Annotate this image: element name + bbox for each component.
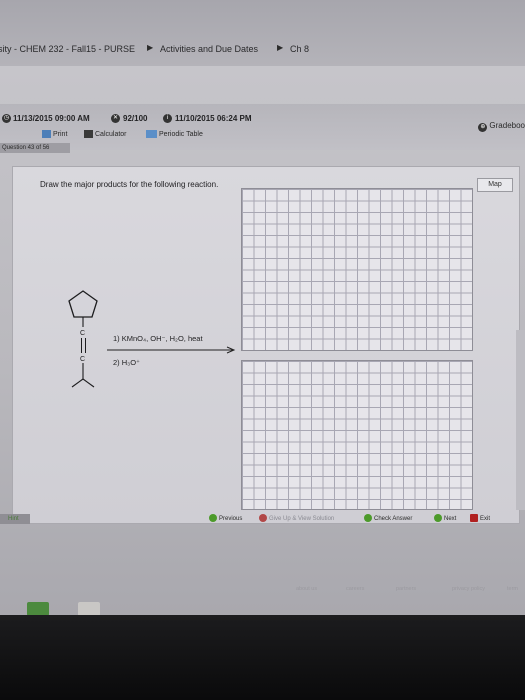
- reaction-condition-2: 2) H₃O⁺: [113, 358, 141, 367]
- gradebook-label: Gradeboo: [489, 121, 525, 130]
- breadcrumb-arrow-icon: ▶: [147, 43, 154, 52]
- give-up-button[interactable]: Give Up & View Solution: [259, 514, 334, 524]
- question-nav: Previous Give Up & View Solution Check A…: [0, 514, 525, 528]
- product-drawing-area-1[interactable]: [241, 188, 473, 351]
- footer-careers[interactable]: careers: [346, 586, 364, 592]
- exit-button[interactable]: Exit: [470, 514, 490, 524]
- question-counter: Question 43 of 56: [0, 143, 70, 153]
- info-icon: i: [163, 114, 172, 123]
- calculator-button[interactable]: Calculator: [84, 130, 127, 138]
- reactant-structure: C C: [68, 290, 98, 388]
- reaction-arrow-icon: [107, 346, 236, 354]
- monitor-bezel: [0, 615, 525, 700]
- calculator-label: Calculator: [95, 130, 127, 138]
- breadcrumb-arrow-icon: ▶: [277, 43, 284, 52]
- product-drawing-area-2[interactable]: [241, 360, 473, 510]
- scrollbar[interactable]: [516, 330, 525, 510]
- taskbar-app-icon[interactable]: [27, 602, 49, 615]
- periodic-table-label: Periodic Table: [159, 130, 203, 138]
- assignment-status-bar: ◷ 11/13/2015 09:00 AM ✕ 92/100 i 11/10/2…: [0, 104, 525, 150]
- question-prompt: Draw the major products for the followin…: [40, 180, 219, 189]
- next-icon: [434, 514, 442, 523]
- print-label: Print: [53, 130, 68, 138]
- check-icon: [364, 514, 372, 523]
- submitted-date: 11/10/2015 06:24 PM: [175, 114, 252, 123]
- gradebook-icon: ⊕: [478, 123, 488, 132]
- browser-screen: sity - CHEM 232 - Fall15 - PURSE ▶ Activ…: [0, 0, 525, 615]
- reaction-condition-1: 1) KMnO₄, OH⁻, H₂O, heat: [113, 334, 203, 343]
- check-answer-button[interactable]: Check Answer: [364, 514, 412, 524]
- next-label: Next: [444, 516, 457, 522]
- carbon-atom-2: C: [80, 356, 85, 363]
- footer-privacy[interactable]: privacy policy: [452, 586, 485, 592]
- breadcrumb: sity - CHEM 232 - Fall15 - PURSE ▶ Activ…: [0, 0, 525, 66]
- exit-label: Exit: [480, 516, 491, 522]
- periodic-table-icon: [146, 130, 157, 138]
- calculator-icon: [84, 130, 93, 138]
- breadcrumb-course[interactable]: sity - CHEM 232 - Fall15 - PURSE: [0, 44, 135, 54]
- check-label: Check Answer: [374, 516, 413, 522]
- footer-terms[interactable]: term: [507, 586, 518, 592]
- previous-label: Previous: [219, 516, 243, 522]
- exit-icon: [470, 514, 478, 523]
- periodic-table-button[interactable]: Periodic Table: [146, 130, 203, 138]
- due-date: 11/13/2015 09:00 AM: [13, 114, 90, 123]
- map-button[interactable]: Map: [477, 178, 513, 192]
- score-icon: ✕: [111, 114, 120, 123]
- footer-partners[interactable]: partners: [396, 586, 416, 592]
- gradebook-link[interactable]: ⊕ Gradeboo: [478, 121, 525, 132]
- taskbar-app-icon[interactable]: [78, 602, 100, 615]
- printer-icon: [42, 130, 51, 138]
- methyl-bond-left: [71, 378, 84, 388]
- print-button[interactable]: Print: [42, 130, 67, 138]
- cyclopentane-ring: [68, 290, 98, 318]
- carbon-atom-1: C: [80, 330, 85, 337]
- map-label: Map: [488, 181, 502, 188]
- clock-icon: ◷: [2, 114, 11, 123]
- next-button[interactable]: Next: [434, 514, 456, 524]
- previous-button[interactable]: Previous: [209, 514, 242, 524]
- give-up-icon: [259, 514, 267, 523]
- give-up-label: Give Up & View Solution: [269, 516, 335, 522]
- previous-icon: [209, 514, 217, 523]
- methyl-bond-right: [82, 378, 95, 388]
- score-value: 92/100: [123, 114, 148, 123]
- breadcrumb-chapter[interactable]: Ch 8: [290, 44, 309, 54]
- breadcrumb-activities[interactable]: Activities and Due Dates: [160, 44, 258, 54]
- footer-about[interactable]: about us: [296, 586, 317, 592]
